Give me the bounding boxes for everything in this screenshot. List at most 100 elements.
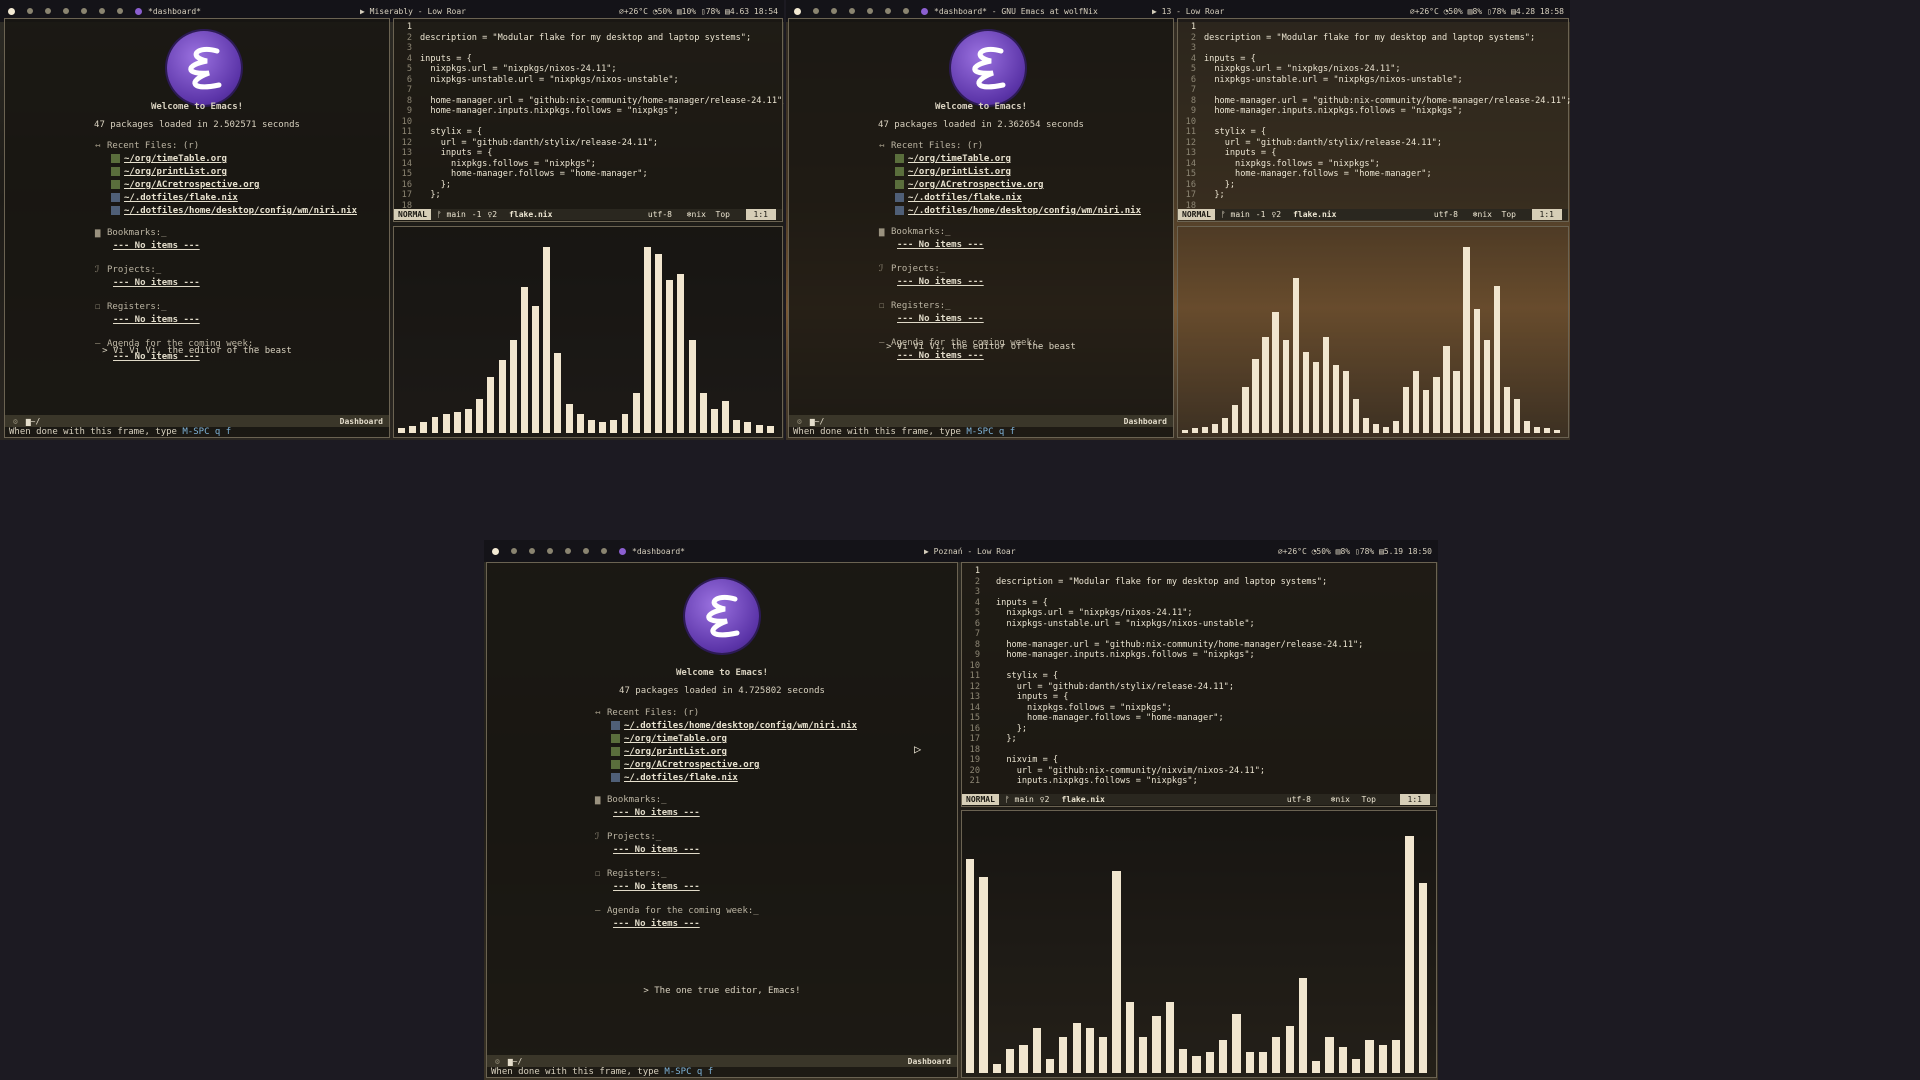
code-line[interactable]: nixvim = { <box>996 755 1363 766</box>
now-playing[interactable]: ▶ Poznań - Low Roar <box>924 547 1016 556</box>
code-line[interactable]: inputs = { <box>420 54 784 65</box>
bookmarks-header[interactable]: Bookmarks:_ <box>891 227 951 237</box>
code-buffer[interactable]: description = "Modular flake for my desk… <box>996 566 1363 787</box>
code-line[interactable]: nixpkgs.follows = "nixpkgs"; <box>1204 159 1570 170</box>
code-line[interactable]: nixpkgs.url = "nixpkgs/nixos-24.11"; <box>996 608 1363 619</box>
code-buffer[interactable]: description = "Modular flake for my desk… <box>1204 22 1570 211</box>
code-line[interactable]: }; <box>420 180 784 191</box>
workspace-dot[interactable] <box>8 7 15 15</box>
code-line[interactable] <box>420 22 784 33</box>
code-line[interactable]: url = "github:nix-community/nixvim/nixos… <box>996 766 1363 777</box>
workspace-dot[interactable] <box>63 8 69 14</box>
workspace-dot[interactable] <box>529 548 535 554</box>
code-line[interactable]: inputs = { <box>1204 148 1570 159</box>
code-line[interactable] <box>420 117 784 128</box>
code-line[interactable]: stylix = { <box>996 671 1363 682</box>
code-line[interactable]: home-manager.inputs.nixpkgs.follows = "n… <box>420 106 784 117</box>
code-line[interactable]: description = "Modular flake for my desk… <box>420 33 784 44</box>
now-playing[interactable]: ▶ Miserably - Low Roar <box>360 7 466 16</box>
code-buffer[interactable]: description = "Modular flake for my desk… <box>420 22 784 211</box>
code-line[interactable]: nixpkgs.url = "nixpkgs/nixos-24.11"; <box>1204 64 1570 75</box>
code-line[interactable]: }; <box>996 734 1363 745</box>
workspace-dot[interactable] <box>903 8 909 14</box>
code-line[interactable] <box>1204 85 1570 96</box>
recent-file-link[interactable]: ~/.dotfiles/home/desktop/config/wm/niri.… <box>624 721 857 731</box>
code-line[interactable]: nixpkgs.follows = "nixpkgs"; <box>996 703 1363 714</box>
workspace-indicators[interactable]: *dashboard* - GNU Emacs at wolfNix <box>786 7 1098 16</box>
recent-file-link[interactable]: ~/org/timeTable.org <box>908 154 1011 164</box>
code-line[interactable] <box>1204 43 1570 54</box>
recent-file-link[interactable]: ~/org/ACretrospective.org <box>908 180 1043 190</box>
code-line[interactable] <box>420 43 784 54</box>
recent-file-link[interactable]: ~/.dotfiles/home/desktop/config/wm/niri.… <box>124 206 357 216</box>
recent-file-link[interactable]: ~/org/printList.org <box>124 167 227 177</box>
code-line[interactable]: nixpkgs-unstable.url = "nixpkgs/nixos-un… <box>420 75 784 86</box>
code-line[interactable]: }; <box>996 724 1363 735</box>
recent-file-link[interactable]: ~/org/printList.org <box>624 747 727 757</box>
workspace-dot[interactable] <box>601 548 607 554</box>
code-line[interactable] <box>1204 22 1570 33</box>
recent-files-header[interactable]: Recent Files: (r) <box>107 141 199 151</box>
code-line[interactable]: stylix = { <box>1204 127 1570 138</box>
code-line[interactable]: nixpkgs-unstable.url = "nixpkgs/nixos-un… <box>996 619 1363 630</box>
recent-file-link[interactable]: ~/org/ACretrospective.org <box>124 180 259 190</box>
projects-header[interactable]: Projects:_ <box>107 265 161 275</box>
workspace-dot[interactable] <box>45 8 51 14</box>
code-line[interactable] <box>996 629 1363 640</box>
code-line[interactable]: }; <box>1204 180 1570 191</box>
recent-file-link[interactable]: ~/.dotfiles/home/desktop/config/wm/niri.… <box>908 206 1141 216</box>
workspace-dot[interactable] <box>885 8 891 14</box>
nvim-window[interactable]: 1 2 3 4 5 6 7 8 9 10 11 12 13 14 15 16 17 18 19 20 21 descri… <box>961 562 1437 807</box>
workspace-dot[interactable] <box>117 8 123 14</box>
code-line[interactable]: nixpkgs.follows = "nixpkgs"; <box>420 159 784 170</box>
projects-header[interactable]: Projects:_ <box>607 832 661 842</box>
workspace-dot[interactable] <box>831 8 837 14</box>
code-line[interactable]: inputs = { <box>1204 54 1570 65</box>
registers-header[interactable]: Registers:_ <box>107 302 167 312</box>
code-line[interactable]: url = "github:danth/stylix/release-24.11… <box>996 682 1363 693</box>
recent-file-link[interactable]: ~/.dotfiles/flake.nix <box>124 193 238 203</box>
registers-header[interactable]: Registers:_ <box>891 301 951 311</box>
code-line[interactable] <box>996 745 1363 756</box>
code-line[interactable]: inputs = { <box>996 598 1363 609</box>
registers-header[interactable]: Registers:_ <box>607 869 667 879</box>
code-line[interactable]: home-manager.inputs.nixpkgs.follows = "n… <box>996 650 1363 661</box>
bookmarks-header[interactable]: Bookmarks:_ <box>107 228 167 238</box>
emacs-window[interactable]: Welcome to Emacs! 47 packages loaded in … <box>486 562 958 1078</box>
workspace-dot[interactable] <box>794 7 801 15</box>
code-line[interactable]: url = "github:danth/stylix/release-24.11… <box>1204 138 1570 149</box>
agenda-header[interactable]: Agenda for the coming week:_ <box>607 906 759 916</box>
workspace-dot[interactable] <box>583 548 589 554</box>
code-line[interactable]: home-manager.follows = "home-manager"; <box>996 713 1363 724</box>
workspace-dot[interactable] <box>849 8 855 14</box>
code-line[interactable]: nixpkgs-unstable.url = "nixpkgs/nixos-un… <box>1204 75 1570 86</box>
code-line[interactable]: description = "Modular flake for my desk… <box>1204 33 1570 44</box>
nvim-window[interactable]: 1 2 3 4 5 6 7 8 9 10 11 12 13 14 15 16 17 18 description … <box>1177 18 1570 222</box>
workspace-dot[interactable] <box>81 8 87 14</box>
code-line[interactable]: home-manager.url = "github:nix-community… <box>1204 96 1570 107</box>
recent-file-link[interactable]: ~/.dotfiles/flake.nix <box>624 773 738 783</box>
workspace-dot[interactable] <box>492 547 499 555</box>
code-line[interactable] <box>996 587 1363 598</box>
nvim-window[interactable]: 1 2 3 4 5 6 7 8 9 10 11 12 13 14 15 16 17 18 description … <box>393 18 784 222</box>
workspace-indicators[interactable]: *dashboard* <box>0 7 201 16</box>
code-line[interactable]: nixpkgs.url = "nixpkgs/nixos-24.11"; <box>420 64 784 75</box>
code-line[interactable]: }; <box>1204 190 1570 201</box>
workspace-dot[interactable] <box>565 548 571 554</box>
recent-files-header[interactable]: Recent Files: (r) <box>607 708 699 718</box>
now-playing[interactable]: ▶ 13 - Low Roar <box>1152 7 1224 16</box>
code-line[interactable]: home-manager.url = "github:nix-community… <box>420 96 784 107</box>
code-line[interactable]: inputs = { <box>996 692 1363 703</box>
workspace-indicators[interactable]: *dashboard* <box>484 547 685 556</box>
emacs-window[interactable]: Welcome to Emacs! 47 packages loaded in … <box>788 18 1174 438</box>
recent-file-link[interactable]: ~/org/ACretrospective.org <box>624 760 759 770</box>
code-line[interactable] <box>996 661 1363 672</box>
code-line[interactable]: inputs = { <box>420 148 784 159</box>
workspace-dot[interactable] <box>867 8 873 14</box>
code-line[interactable]: home-manager.follows = "home-manager"; <box>420 169 784 180</box>
code-line[interactable]: url = "github:danth/stylix/release-24.11… <box>420 138 784 149</box>
workspace-dot[interactable] <box>511 548 517 554</box>
recent-file-link[interactable]: ~/org/timeTable.org <box>624 734 727 744</box>
workspace-dot[interactable] <box>547 548 553 554</box>
recent-files-header[interactable]: Recent Files: (r) <box>891 141 983 151</box>
